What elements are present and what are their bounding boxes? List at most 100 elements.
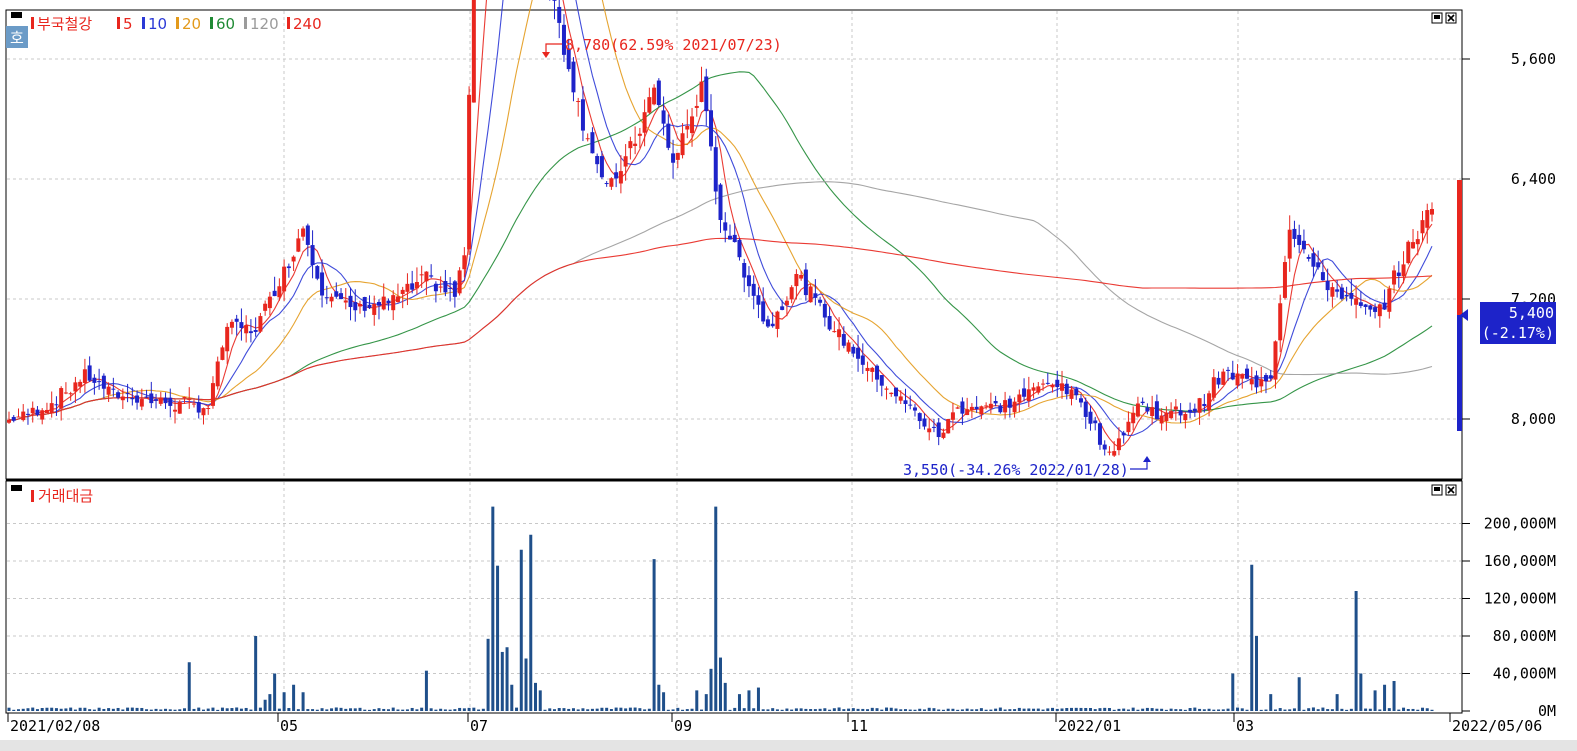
volume-bar: [700, 709, 704, 711]
volume-bar: [989, 709, 993, 711]
volume-bar: [875, 708, 879, 711]
candle-body: [841, 334, 846, 346]
candle-body: [339, 293, 344, 300]
candle-body: [149, 393, 154, 404]
candle-body: [187, 398, 192, 400]
candle-body: [1430, 209, 1434, 215]
candle-body: [898, 396, 903, 401]
candle-body: [144, 396, 149, 398]
volume-bar: [282, 692, 286, 711]
volume-bar: [1041, 709, 1045, 711]
volume-bar: [1402, 707, 1406, 711]
price-legend[interactable]: 부국철강 5 10 20 60 120 240: [11, 12, 322, 33]
panel-menu-icon[interactable]: [11, 12, 22, 18]
volume-y-tick-label: 200,000M: [1484, 515, 1556, 533]
volume-bar: [586, 709, 590, 711]
volume-bar: [220, 707, 224, 711]
volume-y-tick-label: 80,000M: [1493, 627, 1556, 645]
volume-bar: [477, 709, 481, 711]
candle-body: [742, 262, 747, 278]
volume-bar: [1240, 708, 1244, 711]
candle-body: [699, 81, 704, 102]
volume-bar: [609, 709, 613, 711]
volume-bar: [1126, 709, 1130, 711]
candle-body: [229, 321, 234, 328]
candle-body: [40, 410, 45, 420]
candle-body: [950, 412, 955, 420]
volume-bar: [1397, 709, 1401, 711]
volume-bar: [1217, 709, 1221, 711]
volume-bar: [107, 708, 111, 711]
candle-body: [856, 347, 861, 359]
volume-bar: [1212, 709, 1216, 711]
volume-bar: [1292, 708, 1296, 711]
candle-body: [1282, 262, 1287, 298]
volume-bar: [1013, 709, 1017, 711]
volume-bar: [756, 687, 760, 711]
volume-bar: [529, 534, 533, 711]
x-tick-label: 2021/02/08: [10, 717, 100, 735]
volume-bar: [866, 709, 870, 711]
candle-body: [599, 156, 604, 178]
candle-body: [908, 404, 913, 406]
candle-body: [263, 303, 268, 311]
candle-body: [135, 395, 140, 403]
volume-bar: [690, 708, 694, 711]
volume-bar: [761, 709, 765, 711]
candle-body: [1254, 375, 1259, 388]
volume-bar: [837, 707, 841, 711]
candle-body: [7, 419, 11, 423]
volume-bar: [998, 707, 1002, 711]
volume-bar: [737, 694, 741, 711]
candle-body: [837, 329, 842, 338]
volume-bar: [235, 707, 239, 711]
candle-body: [1026, 389, 1031, 401]
candle-body: [106, 386, 111, 395]
candle-body: [1188, 409, 1193, 413]
candle-body: [35, 409, 40, 415]
candle-body: [324, 297, 329, 299]
volume-bar: [1193, 707, 1197, 711]
candle-body: [443, 280, 448, 293]
candle-body: [1358, 302, 1363, 306]
candle-body: [1102, 444, 1107, 450]
volume-bar: [856, 708, 860, 711]
candle-body: [1230, 372, 1235, 380]
candle-body: [1330, 287, 1335, 297]
volume-bar: [657, 684, 661, 711]
candle-body: [315, 266, 320, 279]
candle-body: [1150, 407, 1155, 417]
volume-bar: [239, 708, 243, 711]
volume-bar: [1022, 708, 1026, 711]
candle-body: [438, 286, 443, 288]
candle-body: [1287, 229, 1292, 259]
candle-body: [1235, 373, 1240, 386]
volume-bar: [894, 708, 898, 711]
candle-body: [201, 408, 206, 416]
volume-bar: [723, 682, 727, 711]
volume-bar: [315, 709, 319, 711]
candle-body: [1306, 256, 1311, 259]
candle-body: [784, 300, 789, 306]
volume-bar: [1103, 707, 1107, 711]
volume-bar: [187, 662, 191, 711]
candle-body: [633, 143, 638, 146]
ma-legend-marker: [176, 17, 179, 29]
volume-bar: [1245, 709, 1249, 711]
candle-body: [884, 388, 889, 390]
candle-body: [1121, 432, 1126, 436]
volume-bar: [638, 708, 642, 711]
volume-bar: [1160, 708, 1164, 711]
volume-bar: [1032, 708, 1036, 711]
candle-body: [557, 6, 562, 23]
candle-body: [73, 382, 78, 392]
candle-body: [391, 295, 396, 311]
volume-bar: [515, 707, 519, 711]
candle-body: [1036, 386, 1041, 393]
volume-bar: [349, 708, 353, 711]
volume-bar: [35, 709, 39, 711]
panel-menu-icon[interactable]: [11, 485, 22, 491]
candle-body: [642, 112, 647, 133]
volume-bar: [59, 708, 63, 711]
candle-body: [732, 234, 737, 243]
